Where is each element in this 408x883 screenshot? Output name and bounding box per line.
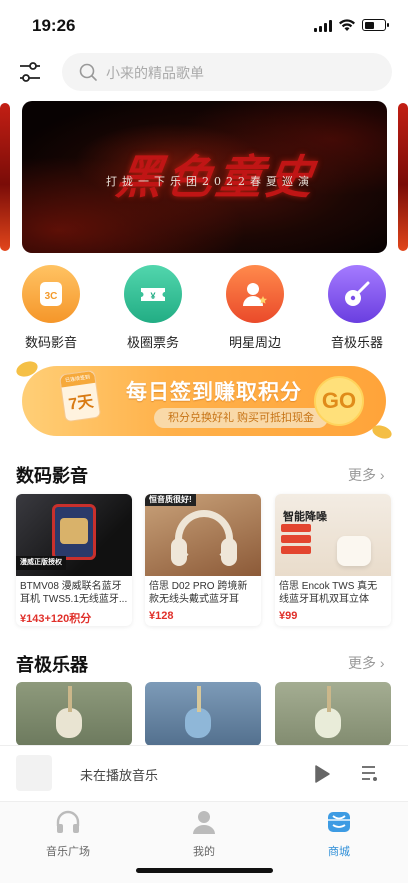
category-label: 极圈票务: [126, 335, 179, 350]
cellular-signal-icon: [314, 20, 334, 32]
banner-next-peek[interactable]: [398, 103, 408, 251]
daily-sign-in-banner[interactable]: 已连续签到 7天 每日签到赚取积分 积分兑换好礼 购买可抵扣现金 GO: [14, 358, 394, 442]
player-status: 未在播放音乐: [80, 768, 159, 783]
product-image: 漫威正版授权: [16, 494, 132, 576]
playlist-icon[interactable]: [361, 764, 379, 782]
product-card[interactable]: 智能降噪 倍思 Encok TWS 真无线蓝牙耳机双耳立体声... ¥99: [275, 494, 391, 626]
product-image: 智能降噪: [275, 494, 391, 576]
ticket-icon: ¥: [124, 265, 182, 323]
banner-prev-peek[interactable]: [0, 103, 10, 251]
product-image: 恒音质很好!: [145, 494, 261, 576]
tab-label: 音乐广场: [46, 846, 90, 858]
category-label: 音极乐器: [330, 335, 383, 350]
svg-text:¥: ¥: [150, 291, 155, 301]
guitar-icon: [328, 265, 386, 323]
category-label: 明星周边: [228, 335, 281, 350]
calendar-badge: 已连续签到 7天: [58, 369, 102, 423]
chevron-right-icon: ›: [379, 655, 385, 671]
guitar-image: [56, 708, 82, 738]
category-label: 数码影音: [24, 335, 77, 350]
shop-icon: [328, 812, 350, 832]
guitar-neck: [68, 686, 72, 712]
search-placeholder: 小来的精品歌单: [106, 65, 204, 81]
product-tag: 漫威正版授权: [16, 556, 66, 570]
banner-subtitle: 打拢一下乐团2022春夏巡演: [106, 175, 314, 188]
product-price: ¥128: [149, 610, 174, 622]
section-title-digital: 数码影音: [16, 466, 88, 486]
mini-player[interactable]: 未在播放音乐: [0, 745, 408, 801]
product-card[interactable]: 漫威正版授权 BTMV08 漫威联名蓝牙耳机 TWS5.1无线蓝牙... ¥14…: [16, 494, 132, 626]
guitar-neck: [197, 686, 201, 712]
more-label: 更多: [348, 467, 376, 483]
album-cover: [16, 755, 52, 791]
product-tag: 智能降噪: [283, 511, 327, 523]
battery-icon: [362, 19, 389, 31]
coin-decoration: [14, 358, 40, 380]
guitar-neck: [327, 686, 331, 712]
product-tag: 恒音质很好!: [145, 494, 196, 506]
status-bar: 19:26: [0, 0, 408, 48]
headphones-icon: [56, 810, 80, 833]
search-icon: [79, 63, 97, 81]
more-link-digital[interactable]: 更多 ›: [348, 465, 385, 485]
product-price: ¥143+120积分: [20, 613, 92, 625]
home-indicator: [136, 868, 273, 873]
more-link-instruments[interactable]: 更多 ›: [348, 653, 385, 673]
product-price: ¥99: [279, 610, 298, 622]
tab-label: 商城: [328, 846, 350, 858]
coin-decoration: [370, 422, 394, 442]
instrument-card[interactable]: [145, 682, 261, 746]
section-title-instruments: 音极乐器: [16, 655, 88, 675]
category-instruments[interactable]: 音极乐器: [322, 265, 392, 351]
svg-text:3C: 3C: [45, 291, 58, 302]
tab-label: 我的: [193, 846, 215, 858]
product-name: 倍思 Encok TWS 真无线蓝牙耳机双耳立体声...: [279, 581, 378, 605]
filter-settings-icon[interactable]: [16, 58, 44, 86]
instrument-card[interactable]: [275, 682, 391, 746]
guitar-image: [185, 708, 211, 738]
play-icon[interactable]: [313, 764, 331, 784]
tab-music-square[interactable]: 音乐广场: [28, 810, 108, 859]
category-tickets[interactable]: ¥ 极圈票务: [118, 265, 188, 351]
star-person-icon: [226, 265, 284, 323]
calendar-badge-caption: 已连续签到: [59, 370, 96, 388]
search-input[interactable]: 小来的精品歌单: [62, 53, 392, 91]
promo-banner[interactable]: 黑色童史 打拢一下乐团2022春夏巡演: [22, 101, 387, 253]
person-icon: [193, 811, 215, 834]
category-merch[interactable]: 明星周边: [220, 265, 290, 351]
product-name: BTMV08 漫威联名蓝牙耳机 TWS5.1无线蓝牙...: [20, 581, 128, 605]
3c-icon: 3C: [22, 265, 80, 323]
tab-mine[interactable]: 我的: [164, 810, 244, 859]
more-label: 更多: [348, 655, 376, 671]
tab-shop[interactable]: 商城: [299, 810, 379, 859]
calendar-badge-day: 7天: [67, 393, 95, 414]
product-name: 倍思 D02 PRO 跨境新款无线头戴式蓝牙耳机...: [149, 581, 248, 605]
sign-in-subtitle: 积分兑换好礼 购买可抵扣现金: [154, 408, 329, 428]
guitar-image: [315, 708, 341, 738]
chevron-right-icon: ›: [379, 467, 385, 483]
instrument-card[interactable]: [16, 682, 132, 746]
wifi-icon: [339, 19, 355, 31]
category-digital[interactable]: 3C 数码影音: [16, 265, 86, 351]
sign-in-title: 每日签到赚取积分: [126, 381, 302, 404]
product-card[interactable]: 恒音质很好! 倍思 D02 PRO 跨境新款无线头戴式蓝牙耳机... ¥128: [145, 494, 261, 626]
go-button[interactable]: GO: [314, 376, 364, 426]
status-time: 19:26: [32, 16, 76, 35]
